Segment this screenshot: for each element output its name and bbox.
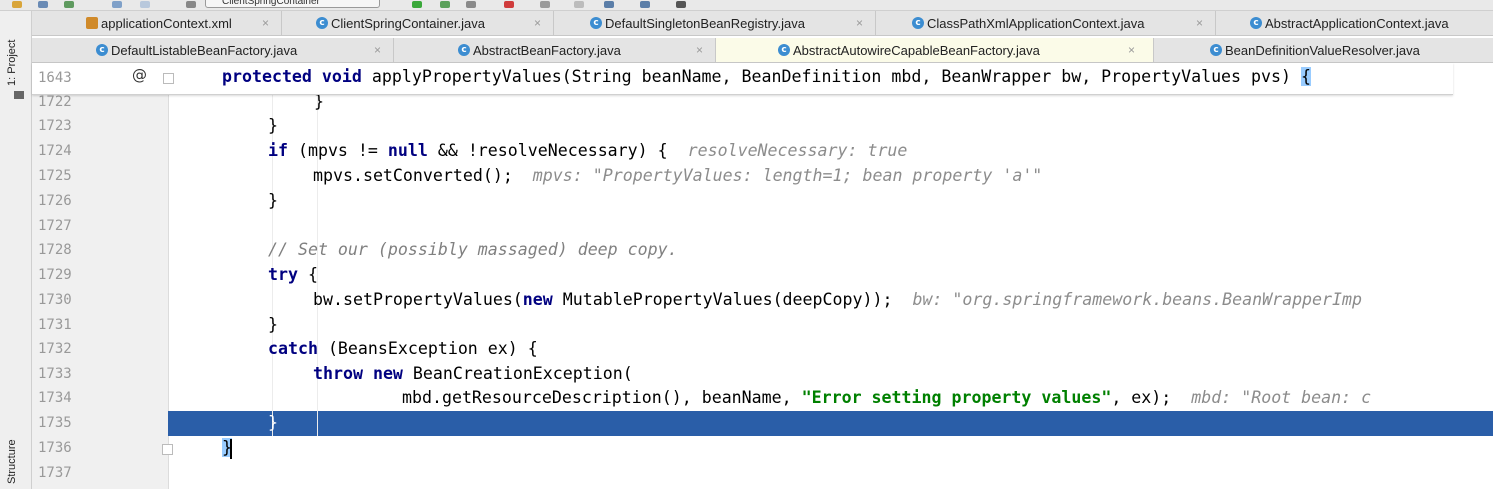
class-icon: c	[778, 44, 790, 56]
code-line: bw.setPropertyValues(new MutableProperty…	[313, 290, 1363, 309]
xml-file-icon	[86, 17, 98, 29]
line-number: 1722	[38, 94, 72, 110]
code-line: throw new BeanCreationException(	[313, 364, 633, 383]
vcs-icon[interactable]	[604, 1, 614, 8]
save-icon[interactable]	[38, 1, 48, 8]
class-icon: c	[590, 17, 602, 29]
open-icon[interactable]	[12, 1, 22, 8]
tool-window-strip: 1: Project Structure	[0, 11, 32, 489]
line-number: 1725	[38, 168, 72, 184]
selected-line-highlight	[168, 411, 1493, 436]
inline-debug-value: bw: "org.springframework.beans.BeanWrapp…	[912, 290, 1363, 309]
inline-debug-value: mbd: "Root bean: c	[1191, 388, 1372, 407]
sdk-icon[interactable]	[574, 1, 584, 8]
tab-class-path-xml-application-context[interactable]: c ClassPathXmlApplicationContext.java ×	[876, 11, 1216, 35]
favorites-icon[interactable]	[14, 91, 24, 99]
project-structure-icon[interactable]	[540, 1, 550, 8]
run-icon[interactable]	[412, 1, 422, 8]
bookmark-icon[interactable]	[676, 1, 686, 8]
method-signature: protected void applyPropertyValues(Strin…	[222, 67, 1311, 86]
build-icon[interactable]	[186, 1, 196, 8]
tab-label: ClassPathXmlApplicationContext.java	[927, 15, 1145, 31]
line-number: 1729	[38, 267, 72, 283]
close-icon[interactable]: ×	[696, 43, 703, 57]
tab-label: DefaultSingletonBeanRegistry.java	[605, 15, 805, 31]
tab-default-listable-bean-factory[interactable]: c DefaultListableBeanFactory.java ×	[32, 38, 394, 62]
project-tool-button[interactable]: 1: Project	[6, 40, 18, 86]
tab-label: applicationContext.xml	[101, 15, 232, 31]
stop-icon[interactable]	[504, 1, 514, 8]
tab-label: AbstractApplicationContext.java	[1265, 15, 1449, 31]
close-icon[interactable]: ×	[374, 43, 381, 57]
tab-label: AbstractAutowireCapableBeanFactory.java	[793, 42, 1040, 58]
inline-debug-value: mpvs: "PropertyValues: length=1; bean pr…	[532, 166, 1043, 185]
tab-label: BeanDefinitionValueResolver.java	[1225, 42, 1420, 58]
close-icon[interactable]: ×	[1196, 16, 1203, 30]
structure-tool-button[interactable]: Structure	[6, 439, 18, 484]
line-number: 1726	[38, 193, 72, 209]
close-icon[interactable]: ×	[534, 16, 541, 30]
tab-label: ClientSpringContainer.java	[331, 15, 485, 31]
code-editor[interactable]: 1722 } 1723 } 1724 if (mpvs != null && !…	[32, 63, 1493, 489]
class-icon: c	[316, 17, 328, 29]
line-number: 1728	[38, 242, 72, 258]
tab-label: AbstractBeanFactory.java	[473, 42, 621, 58]
code-line: }	[268, 191, 278, 210]
code-line: }	[268, 315, 278, 334]
tab-default-singleton-bean-registry[interactable]: c DefaultSingletonBeanRegistry.java ×	[554, 11, 876, 35]
editor-tabs-row-2: c DefaultListableBeanFactory.java × c Ab…	[32, 38, 1493, 63]
tab-abstract-application-context[interactable]: c AbstractApplicationContext.java	[1216, 11, 1493, 35]
back-icon[interactable]	[112, 1, 122, 8]
fold-marker[interactable]	[163, 73, 174, 84]
line-number: 1732	[38, 341, 72, 357]
class-icon: c	[1250, 17, 1262, 29]
fold-marker[interactable]	[162, 444, 173, 455]
line-number: 1730	[38, 292, 72, 308]
editor-tabs-row-1: applicationContext.xml × c ClientSpringC…	[32, 11, 1493, 36]
text-caret	[230, 439, 232, 459]
class-icon: c	[1210, 44, 1222, 56]
close-icon[interactable]: ×	[1128, 43, 1135, 57]
line-number: 1733	[38, 366, 72, 382]
code-line: mpvs.setConverted(); mpvs: "PropertyValu…	[313, 166, 1043, 185]
code-line: }	[268, 116, 278, 135]
code-line: }	[268, 413, 278, 432]
tab-abstract-autowire-capable-bean-factory[interactable]: c AbstractAutowireCapableBeanFactory.jav…	[716, 38, 1154, 62]
line-number: 1723	[38, 118, 72, 134]
tab-client-spring-container[interactable]: c ClientSpringContainer.java ×	[282, 11, 554, 35]
line-number: 1735	[38, 415, 72, 431]
line-number: 1736	[38, 440, 72, 456]
inline-debug-value: resolveNecessary: true	[687, 141, 908, 160]
class-icon: c	[912, 17, 924, 29]
forward-icon[interactable]	[140, 1, 150, 8]
main-toolbar: ClientSpringContainer	[0, 0, 1493, 11]
code-line: try {	[268, 265, 318, 284]
tab-application-context-xml[interactable]: applicationContext.xml ×	[32, 11, 282, 35]
line-number: 1727	[38, 218, 72, 234]
tab-bean-definition-value-resolver[interactable]: c BeanDefinitionValueResolver.java	[1154, 38, 1493, 62]
line-number: 1737	[38, 465, 72, 481]
line-number: 1731	[38, 317, 72, 333]
line-number: 1724	[38, 143, 72, 159]
sticky-method-header[interactable]: 1643 @ protected void applyPropertyValue…	[32, 63, 1453, 95]
sync-icon[interactable]	[64, 1, 74, 8]
tab-label: DefaultListableBeanFactory.java	[111, 42, 298, 58]
tab-abstract-bean-factory[interactable]: c AbstractBeanFactory.java ×	[394, 38, 716, 62]
line-number: 1734	[38, 390, 72, 406]
code-line: // Set our (possibly massaged) deep copy…	[268, 240, 678, 259]
line-number: 1643	[38, 70, 72, 86]
debug-icon[interactable]	[440, 1, 450, 8]
run-config-select[interactable]: ClientSpringContainer	[205, 0, 380, 8]
code-line: catch (BeansException ex) {	[268, 339, 538, 358]
code-line: mbd.getResourceDescription(), beanName, …	[402, 388, 1372, 407]
class-icon: c	[96, 44, 108, 56]
override-annotation-icon: @	[132, 66, 147, 84]
close-icon[interactable]: ×	[856, 16, 863, 30]
class-icon: c	[458, 44, 470, 56]
close-icon[interactable]: ×	[262, 16, 269, 30]
code-line: if (mpvs != null && !resolveNecessary) {…	[268, 141, 908, 160]
coverage-icon[interactable]	[466, 1, 476, 8]
structure-view-icon[interactable]	[640, 1, 650, 8]
